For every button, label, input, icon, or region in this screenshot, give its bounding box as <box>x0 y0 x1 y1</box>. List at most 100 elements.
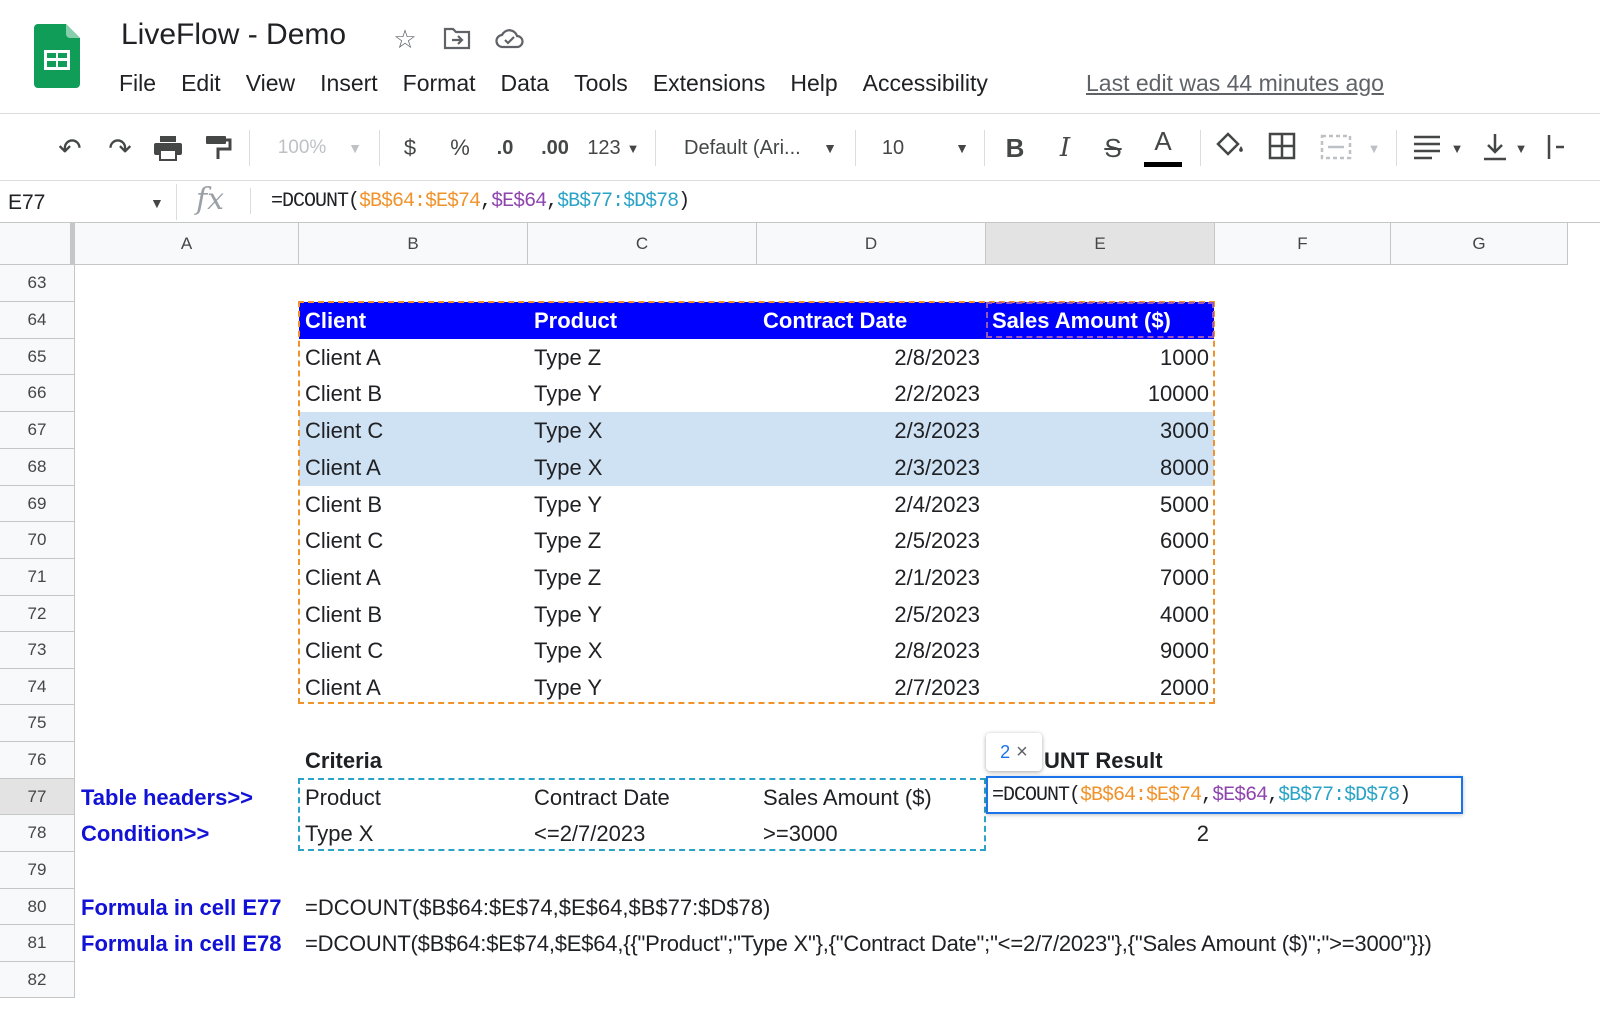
percent-button[interactable]: % <box>446 126 474 170</box>
criteria-title[interactable]: Criteria <box>305 742 382 779</box>
strikethrough-button[interactable]: S <box>1098 126 1128 170</box>
undo-icon[interactable]: ↶ <box>52 126 88 170</box>
formula-field-ref: $E$64 <box>1212 783 1268 807</box>
row-header[interactable]: 64 <box>0 302 75 339</box>
menu-accessibility[interactable]: Accessibility <box>863 70 988 97</box>
menu-view[interactable]: View <box>246 70 295 97</box>
vertical-align-icon[interactable] <box>1482 132 1508 162</box>
divider <box>176 184 177 220</box>
chevron-down-icon: ▼ <box>1367 140 1381 156</box>
close-icon[interactable]: × <box>1016 741 1028 764</box>
row-header[interactable]: 74 <box>0 669 75 705</box>
row-header[interactable]: 76 <box>0 742 75 779</box>
row-header[interactable]: 78 <box>0 815 75 852</box>
row-header[interactable]: 69 <box>0 486 75 522</box>
redo-icon[interactable]: ↷ <box>102 126 138 170</box>
row-header[interactable]: 70 <box>0 522 75 559</box>
menu-help[interactable]: Help <box>790 70 837 97</box>
currency-button[interactable]: $ <box>396 126 424 170</box>
merge-cells-icon[interactable] <box>1320 134 1352 160</box>
document-title[interactable]: LiveFlow - Demo <box>121 18 346 52</box>
divider <box>250 188 251 214</box>
select-all-corner[interactable] <box>0 223 75 265</box>
last-edit-link[interactable]: Last edit was 44 minutes ago <box>1086 70 1384 97</box>
menu-data[interactable]: Data <box>501 70 550 97</box>
chevron-down-icon: ▼ <box>1514 140 1528 156</box>
chevron-down-icon: ▼ <box>348 140 362 156</box>
sheets-logo-icon[interactable] <box>34 24 80 88</box>
formula-comma: , <box>480 190 492 213</box>
toolbar-divider <box>1200 130 1201 166</box>
borders-icon[interactable] <box>1268 132 1296 160</box>
result-title[interactable]: UNT Result <box>1044 742 1163 779</box>
font-family-select[interactable]: Default (Ari... <box>684 126 810 170</box>
fx-icon: fx <box>196 182 225 217</box>
font-size-select[interactable]: 10 <box>878 126 908 170</box>
row-header[interactable]: 79 <box>0 852 75 889</box>
zoom-select[interactable]: 100% <box>264 126 340 170</box>
column-header-d[interactable]: D <box>757 223 986 265</box>
chevron-down-icon: ▼ <box>150 195 164 211</box>
row-header[interactable]: 82 <box>0 962 75 998</box>
formula-comma: , <box>1201 783 1213 807</box>
table-headers-label[interactable]: Table headers>> <box>81 779 253 816</box>
print-icon[interactable] <box>152 134 184 162</box>
formula-prefix: =DCOUNT( <box>271 190 360 213</box>
formula-comma: , <box>1267 783 1279 807</box>
column-header-a[interactable]: A <box>75 223 299 265</box>
menu-insert[interactable]: Insert <box>320 70 378 97</box>
column-header-c[interactable]: C <box>528 223 757 265</box>
row-header[interactable]: 75 <box>0 705 75 742</box>
horizontal-align-icon[interactable] <box>1412 134 1442 160</box>
toolbar-divider <box>655 130 656 166</box>
decrease-decimal-button[interactable]: .0 <box>490 126 520 170</box>
cloud-status-icon[interactable] <box>495 27 525 49</box>
menu-file[interactable]: File <box>119 70 156 97</box>
chevron-down-icon: ▼ <box>955 140 969 156</box>
row-header[interactable]: 63 <box>0 265 75 302</box>
row-header[interactable]: 77 <box>0 779 75 815</box>
formula-note-text[interactable]: =DCOUNT($B$64:$E$74,$E$64,$B$77:$D$78) <box>305 889 770 926</box>
move-folder-icon[interactable] <box>443 26 471 50</box>
result-preview-tooltip: 2 × <box>986 733 1042 771</box>
menu-tools[interactable]: Tools <box>574 70 628 97</box>
formula-note-text[interactable]: =DCOUNT($B$64:$E$74,$E$64,{{"Product";"T… <box>305 925 1432 962</box>
formula-input[interactable]: =DCOUNT($B$64:$E$74,$E$64,$B$77:$D$78) <box>271 190 690 213</box>
column-header-e[interactable]: E <box>986 223 1215 265</box>
bold-button[interactable]: B <box>1000 126 1030 170</box>
formula-note-label[interactable]: Formula in cell E77 <box>81 889 282 926</box>
result-value-cell[interactable]: 2 <box>986 815 1209 852</box>
formula-range-data: $B$64:$E$74 <box>1080 783 1202 807</box>
row-header[interactable]: 72 <box>0 596 75 632</box>
formula-note-label[interactable]: Formula in cell E78 <box>81 925 282 962</box>
row-header[interactable]: 68 <box>0 449 75 486</box>
paint-format-icon[interactable] <box>204 134 232 162</box>
row-header[interactable]: 67 <box>0 412 75 449</box>
text-wrapping-icon[interactable] <box>1546 132 1566 162</box>
row-header[interactable]: 66 <box>0 375 75 412</box>
italic-button[interactable]: I <box>1050 126 1080 170</box>
toolbar-divider <box>249 130 250 166</box>
menu-extensions[interactable]: Extensions <box>653 70 766 97</box>
increase-decimal-button[interactable]: .00 <box>535 126 575 170</box>
column-header-b[interactable]: B <box>299 223 528 265</box>
formula-range-criteria: $B$77:$D$78 <box>1278 783 1400 807</box>
cell-editor-e77[interactable]: =DCOUNT($B$64:$E$74, $E$64, $B$77:$D$78) <box>986 776 1463 814</box>
row-header[interactable]: 71 <box>0 559 75 596</box>
column-header-g[interactable]: G <box>1391 223 1568 265</box>
star-icon[interactable]: ☆ <box>390 24 420 54</box>
column-header-f[interactable]: F <box>1215 223 1391 265</box>
row-header[interactable]: 73 <box>0 632 75 669</box>
row-header[interactable]: 65 <box>0 339 75 375</box>
data-range-highlight <box>298 301 1215 704</box>
number-format-button[interactable]: 123 <box>584 126 624 170</box>
condition-label[interactable]: Condition>> <box>81 815 209 852</box>
row-header[interactable]: 80 <box>0 889 75 925</box>
row-header[interactable]: 81 <box>0 925 75 962</box>
formula-suffix: ) <box>678 190 690 213</box>
menu-edit[interactable]: Edit <box>181 70 221 97</box>
toolbar-divider <box>984 130 985 166</box>
menu-format[interactable]: Format <box>403 70 476 97</box>
name-box[interactable]: E77 <box>8 188 168 218</box>
fill-color-icon[interactable] <box>1214 132 1246 160</box>
